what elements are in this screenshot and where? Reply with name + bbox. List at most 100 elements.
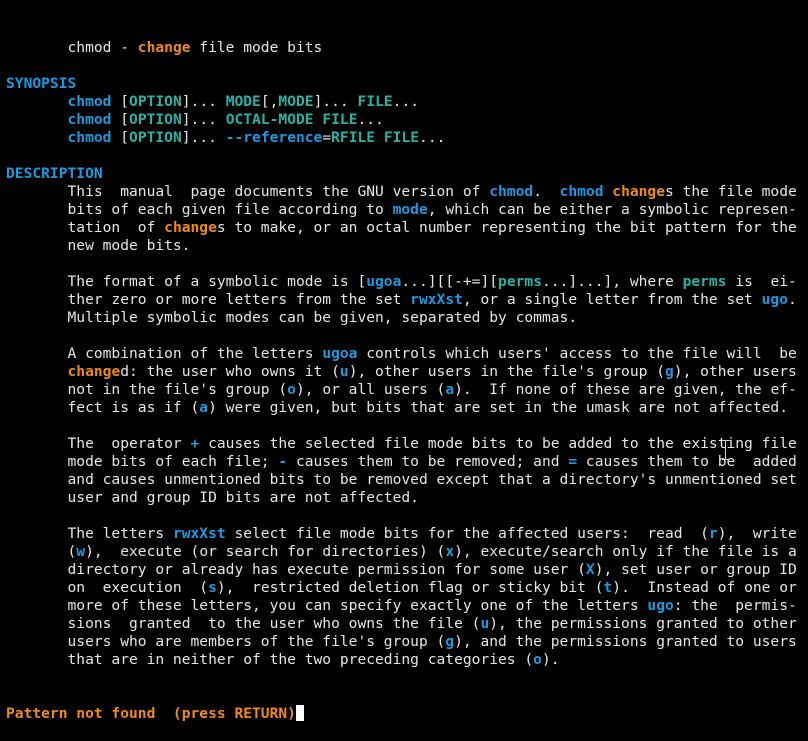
highlighted-term: change — [137, 39, 191, 56]
man-text: ), or all users ( — [295, 381, 446, 398]
highlighted-term: FILE — [357, 93, 393, 110]
highlighted-term: MODE — [225, 93, 261, 110]
man-text: sions granted to the user who owns the f… — [6, 615, 481, 632]
man-text: ther zero or more letters from the set — [6, 291, 411, 308]
man-text: [, — [260, 93, 279, 110]
man-line: users who are members of the file's grou… — [6, 633, 806, 651]
man-text: causes them to be removed; and — [287, 453, 569, 470]
man-text: ]... — [181, 93, 226, 110]
man-line: A combination of the letters ugoa contro… — [6, 345, 806, 363]
man-line: chmod [OPTION]... --reference=RFILE FILE… — [6, 129, 806, 147]
man-text: mode bits of each file; — [6, 453, 279, 470]
man-text: [ — [111, 129, 130, 146]
man-text — [6, 363, 68, 380]
highlighted-term: x — [445, 543, 455, 560]
man-text: ), other users in the file's group ( — [348, 363, 665, 380]
man-text: Multiple symbolic modes can be given, se… — [6, 309, 578, 326]
status-line[interactable]: Pattern not found (press RETURN) — [6, 705, 806, 723]
highlighted-term: t — [603, 579, 613, 596]
man-text — [603, 183, 612, 200]
man-text: ... — [419, 129, 446, 146]
man-text: not in the file's group ( — [6, 381, 288, 398]
highlighted-term: s — [208, 579, 217, 596]
man-line: The operator + causes the selected file … — [6, 435, 806, 453]
highlighted-term: chmod — [489, 183, 534, 200]
highlighted-term: perms — [682, 273, 727, 290]
man-text: that are in neither of the two preceding… — [6, 651, 534, 668]
man-line — [6, 327, 806, 345]
man-text — [6, 111, 68, 128]
man-text — [6, 93, 68, 110]
man-text: controls which users' access to the file… — [357, 345, 797, 362]
man-line: chmod - change file mode bits — [6, 39, 806, 57]
man-text: ]... — [313, 93, 358, 110]
man-text: [ — [111, 93, 130, 110]
man-line: new mode bits. — [6, 237, 806, 255]
highlighted-term: OPTION — [129, 129, 182, 146]
man-line: fect is as if (a) were given, but bits t… — [6, 399, 806, 417]
highlighted-term: chmod — [67, 129, 112, 146]
man-text: causes them to be added — [577, 453, 797, 470]
man-text: ... — [392, 93, 420, 110]
man-text: ]... — [181, 129, 226, 146]
man-text: ). — [541, 651, 560, 668]
man-text: This manual page documents the GNU versi… — [6, 183, 490, 200]
man-line: more of these letters, you can specify e… — [6, 597, 806, 615]
man-text: directory or already has execute permiss… — [6, 561, 586, 578]
terminal-window[interactable]: chmod - change file mode bits SYNOPSIS ch… — [6, 3, 806, 741]
man-text: . — [533, 183, 560, 200]
man-line: mode bits of each file; - causes them to… — [6, 453, 806, 471]
section-heading: DESCRIPTION — [6, 165, 103, 182]
highlighted-term: = — [568, 453, 578, 470]
man-line: chmod [OPTION]... MODE[,MODE]... FILE... — [6, 93, 806, 111]
status-message: Pattern not found (press RETURN) — [6, 705, 296, 722]
man-text: ( — [6, 543, 77, 560]
highlighted-term: rwxXst — [410, 291, 463, 308]
highlighted-term: ugoa — [322, 345, 358, 362]
man-text: ), write — [717, 525, 797, 542]
man-line: bits of each given file according to mod… — [6, 201, 806, 219]
man-text: s to make, or an octal number representi… — [216, 219, 797, 236]
highlighted-term: change — [612, 183, 665, 200]
man-line: directory or already has execute permiss… — [6, 561, 806, 579]
terminal-cursor — [295, 705, 304, 721]
man-text: The format of a symbolic mode is [ — [6, 273, 367, 290]
man-text: ), other users — [673, 363, 797, 380]
man-text: ), set user or group ID — [594, 561, 797, 578]
man-line: The letters rwxXst select file mode bits… — [6, 525, 806, 543]
highlighted-term: mode — [392, 201, 428, 218]
man-text: ). If none of these are given, the ef- — [454, 381, 797, 398]
man-text — [375, 129, 384, 146]
man-text: bits of each given file according to — [6, 201, 393, 218]
man-line: sions granted to the user who owns the f… — [6, 615, 806, 633]
highlighted-term: RFILE — [331, 129, 376, 146]
man-text: fect is as if ( — [6, 399, 200, 416]
man-text: ) were given, but bits that are set in t… — [208, 399, 788, 416]
man-text: ]... — [181, 111, 226, 128]
highlighted-term: OPTION — [129, 93, 182, 110]
highlighted-term: chmod — [67, 111, 112, 128]
highlighted-term: r — [708, 525, 718, 542]
highlighted-term: a — [199, 399, 209, 416]
man-text: ), and the permissions granted to users — [454, 633, 797, 650]
man-text: users who are members of the file's grou… — [6, 633, 446, 650]
highlighted-term: OCTAL-MODE — [225, 111, 314, 128]
highlighted-term: ugo — [647, 597, 674, 614]
man-line — [6, 417, 806, 435]
man-line — [6, 57, 806, 75]
man-text: ... — [357, 111, 384, 128]
man-text: ). Instead of one or — [612, 579, 797, 596]
man-text: ), execute/search only if the file is a — [454, 543, 797, 560]
man-line — [6, 255, 806, 273]
highlighted-term: perms — [498, 273, 542, 290]
man-line: and causes unmentioned bits to be remove… — [6, 471, 806, 489]
highlighted-term: OPTION — [129, 111, 182, 128]
highlighted-term: u — [480, 615, 490, 632]
man-line: ther zero or more letters from the set r… — [6, 291, 806, 309]
man-text: , which can be either a symbolic represe… — [427, 201, 797, 218]
man-text: and causes unmentioned bits to be remove… — [6, 471, 797, 488]
man-line — [6, 507, 806, 525]
man-text: d: the user who owns it ( — [120, 363, 340, 380]
man-text: select file mode bits for the affected u… — [225, 525, 709, 542]
man-text: : the permis- — [673, 597, 797, 614]
